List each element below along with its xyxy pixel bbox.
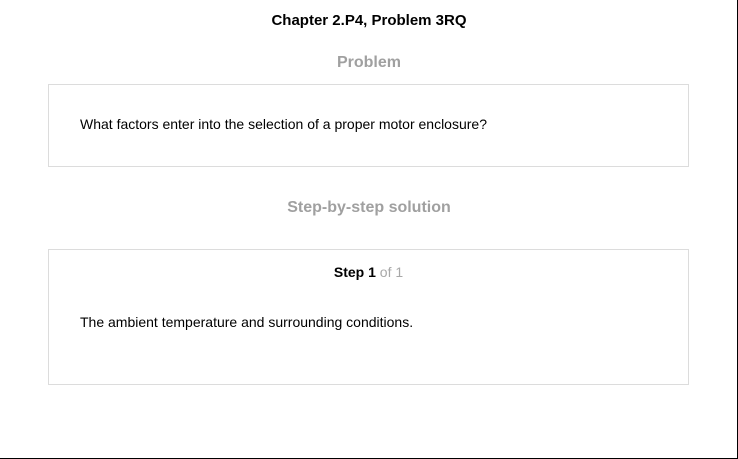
- page-frame: Chapter 2.P4, Problem 3RQ Problem What f…: [0, 0, 738, 459]
- step-word: Step: [333, 264, 365, 280]
- problem-text: What factors enter into the selection of…: [80, 116, 487, 132]
- step-number: 1: [368, 264, 376, 280]
- page-title: Chapter 2.P4, Problem 3RQ: [271, 12, 467, 29]
- solution-text: The ambient temperature and surrounding …: [80, 314, 414, 330]
- solution-heading: Step-by-step solution: [287, 199, 451, 216]
- problem-card: What factors enter into the selection of…: [48, 84, 689, 167]
- step-indicator: Step 1 of 1: [49, 263, 688, 281]
- solution-card: Step 1 of 1 The ambient temperature and …: [48, 249, 689, 385]
- step-total: of 1: [379, 264, 404, 280]
- problem-heading: Problem: [336, 54, 401, 71]
